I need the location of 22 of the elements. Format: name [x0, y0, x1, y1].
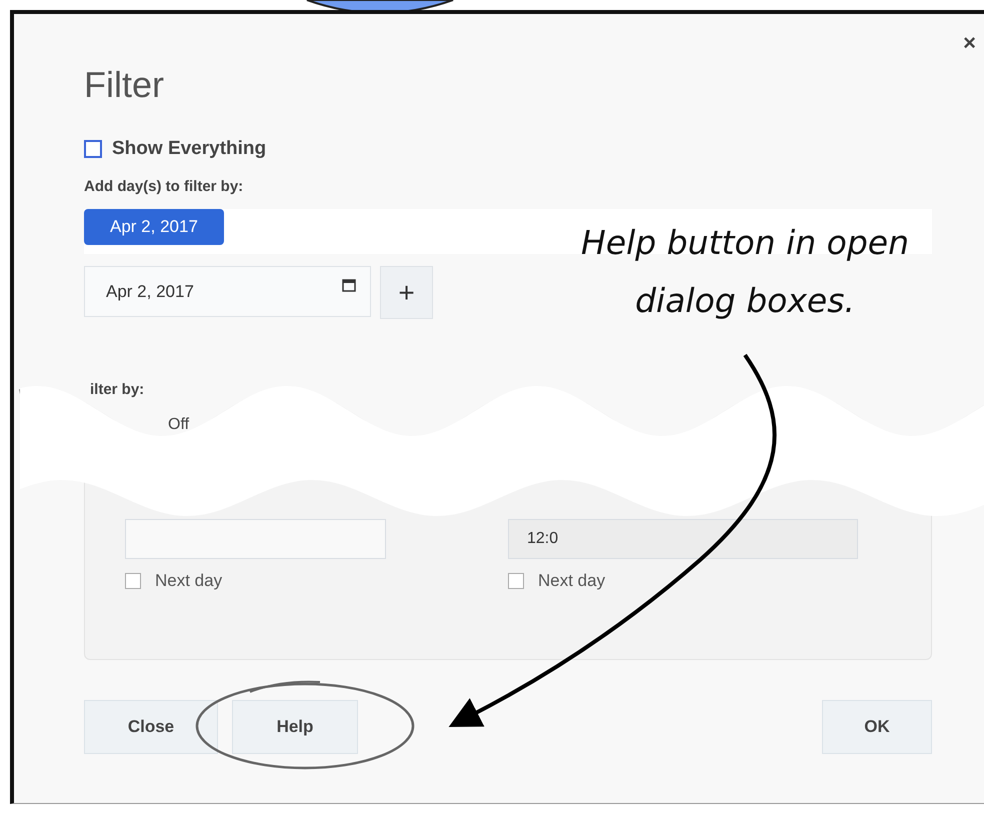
- dialog-button[interactable]: OK: [822, 700, 932, 754]
- option-label: Off: [168, 416, 190, 434]
- checkbox-label: Next day: [155, 571, 222, 591]
- checkbox[interactable]: [84, 140, 102, 158]
- checkbox-label: Next day: [538, 571, 606, 591]
- checkbox[interactable]: [508, 573, 524, 589]
- field-label: ilter by:: [90, 381, 146, 398]
- calendar-icon[interactable]: [342, 279, 356, 292]
- dialog-button[interactable]: Close: [84, 700, 218, 754]
- checkbox-label: Show Everything: [112, 138, 266, 160]
- add-button[interactable]: +: [380, 266, 433, 319]
- time-field[interactable]: [125, 519, 386, 559]
- date-value: Apr 2, 2017: [106, 282, 194, 302]
- date-field[interactable]: Apr 2, 2017: [84, 266, 371, 317]
- field-label: Add day(s) to filter by:: [84, 178, 244, 195]
- dialog-title: Filter: [84, 64, 165, 106]
- time-value: 12:0: [527, 530, 558, 547]
- dialog-button[interactable]: Help: [232, 700, 358, 754]
- checkbox[interactable]: [125, 573, 141, 589]
- day-chip[interactable]: Apr 2, 2017: [84, 209, 224, 245]
- time-field[interactable]: 12:0: [508, 519, 858, 559]
- annotation-text: Help button in open dialog boxes.: [580, 222, 910, 322]
